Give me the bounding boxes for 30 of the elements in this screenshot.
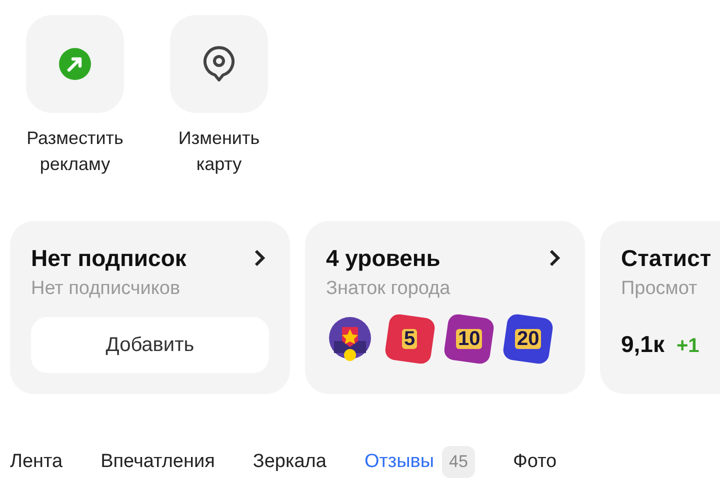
card-title: Нет подписок [31, 244, 186, 273]
number-badge: 10 [443, 313, 495, 365]
action-tile[interactable] [170, 15, 268, 113]
tab[interactable]: Отзывы 45 [364, 446, 475, 478]
action-label: Разместить рекламу [26, 127, 124, 176]
tab[interactable]: Зеркала [252, 448, 326, 476]
action-label: Изменить карту [178, 127, 260, 176]
info-card[interactable]: Нет подписок Нет подписчиков Добавить [10, 221, 290, 394]
tab[interactable]: Лента [10, 448, 63, 476]
chevron-right-icon [549, 249, 561, 267]
tab[interactable]: Впечатления [100, 448, 215, 476]
arrow-circle-icon [59, 48, 91, 80]
card-subtitle: Нет подписчиков [31, 277, 182, 301]
number-badge: 20 [502, 313, 554, 365]
stat-delta: +1 [676, 334, 700, 359]
add-button[interactable]: Добавить [31, 317, 269, 373]
card-subtitle: Знаток города [326, 277, 452, 301]
map-pin-icon [202, 44, 236, 84]
city-badge-icon [326, 315, 374, 363]
action-tile[interactable] [26, 15, 124, 113]
card-title: Статист [621, 244, 712, 273]
card-subtitle: Просмот [621, 277, 698, 301]
stat-value: 9,1к [621, 330, 664, 359]
count-badge: 45 [442, 446, 475, 478]
number-badge: 5 [384, 313, 436, 365]
tab[interactable]: Фото [512, 448, 557, 476]
info-card[interactable]: 4 уровень Знаток города 5 10 20 [305, 221, 585, 394]
chevron-right-icon [254, 249, 266, 267]
info-card[interactable]: Статист Просмот 9,1к +1 [600, 221, 720, 394]
card-title: 4 уровень [326, 244, 440, 273]
